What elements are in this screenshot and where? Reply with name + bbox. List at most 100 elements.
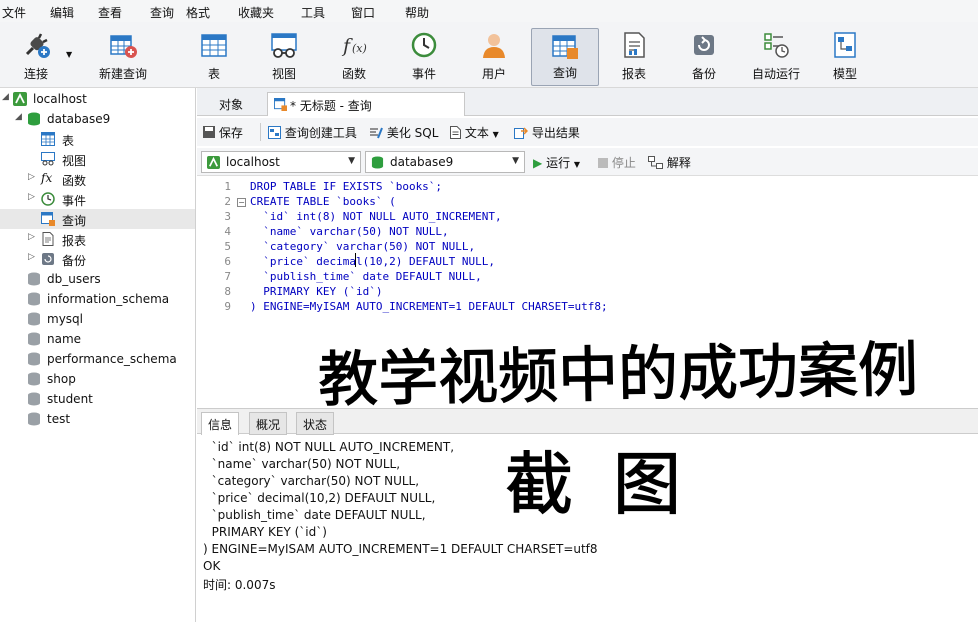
report-icon	[42, 232, 54, 246]
backup-button[interactable]: 备份	[672, 28, 736, 86]
tree-database-db-users[interactable]: db_users	[0, 269, 195, 289]
info-line: `name` varchar(50) NOT NULL,	[204, 457, 401, 471]
database-select-value: database9	[390, 155, 454, 169]
menu-window[interactable]: 窗口	[351, 4, 375, 21]
menu-favorites[interactable]: 收藏夹	[238, 4, 274, 21]
info-line: PRIMARY KEY (`id`)	[204, 525, 327, 539]
collapse-arrow-icon[interactable]: ◢	[15, 112, 22, 122]
tree-label: 函数	[62, 174, 87, 188]
tree-database-shop[interactable]: shop	[0, 369, 195, 389]
query-builder-button[interactable]: 查询创建工具	[268, 124, 357, 141]
collapse-arrow-icon[interactable]: ◢	[2, 92, 9, 102]
function-icon: f (x)	[341, 35, 367, 57]
table-icon	[41, 132, 55, 146]
expand-arrow-icon[interactable]: ▷	[28, 172, 35, 182]
menu-edit[interactable]: 编辑	[50, 4, 74, 21]
function-button[interactable]: f (x) 函数	[322, 28, 386, 86]
menu-tools[interactable]: 工具	[301, 4, 325, 21]
tree-database-database9[interactable]: ◢ database9	[0, 109, 195, 129]
text-button[interactable]: 文本 ▼	[450, 124, 499, 141]
tab-profile[interactable]: 概况	[249, 412, 288, 435]
tree-database-name[interactable]: name	[0, 329, 195, 349]
export-results-label: 导出结果	[531, 126, 580, 140]
expand-arrow-icon[interactable]: ▷	[28, 192, 35, 202]
tree-database-student[interactable]: student	[0, 389, 195, 409]
text-dropdown-icon[interactable]: ▼	[493, 130, 499, 139]
query-button[interactable]: 查询	[531, 28, 599, 86]
tab-label: * 无标题 - 查询	[290, 99, 372, 113]
menu-format[interactable]: 格式	[186, 4, 210, 21]
table-button[interactable]: 表	[182, 28, 246, 86]
explain-button[interactable]: 解释	[648, 154, 691, 171]
tree-item-backups[interactable]: ▷ 备份	[0, 249, 195, 269]
query-label: 查询	[552, 66, 577, 80]
menu-query[interactable]: 查询	[150, 4, 174, 21]
backup-label: 备份	[691, 67, 716, 81]
new-query-icon	[110, 35, 137, 58]
tree-label: test	[47, 412, 71, 426]
explain-label: 解释	[666, 156, 691, 170]
database-icon	[28, 352, 40, 366]
tree-item-events[interactable]: ▷ 事件	[0, 189, 195, 209]
user-button[interactable]: 用户	[462, 28, 526, 86]
table-label: 表	[207, 67, 220, 81]
tree-item-views[interactable]: 视图	[0, 149, 195, 169]
connect-label: 连接	[23, 67, 48, 81]
tree-connection-localhost[interactable]: ◢ localhost	[0, 89, 195, 109]
database-icon	[28, 292, 40, 306]
info-line: `id` int(8) NOT NULL AUTO_INCREMENT,	[204, 440, 455, 454]
expand-arrow-icon[interactable]: ▷	[28, 252, 35, 262]
beautify-sql-button[interactable]: 美化 SQL	[369, 124, 438, 141]
code-line: `price` decimal(10,2) DEFAULT NULL,	[250, 255, 496, 268]
database-icon	[28, 412, 40, 426]
database-icon	[371, 156, 384, 169]
event-button[interactable]: 事件	[392, 28, 456, 86]
code-line: `name` varchar(50) NOT NULL,	[250, 225, 449, 238]
query-icon	[274, 98, 287, 111]
menu-view[interactable]: 查看	[98, 4, 122, 21]
tree-item-functions[interactable]: ▷ fx 函数	[0, 169, 195, 189]
menu-help[interactable]: 帮助	[405, 4, 429, 21]
new-query-button[interactable]: 新建查询	[78, 28, 168, 86]
run-button[interactable]: ▶ 运行 ▼	[533, 154, 580, 171]
info-line: ) ENGINE=MyISAM AUTO_INCREMENT=1 DEFAULT…	[203, 542, 598, 556]
query-icon	[41, 212, 55, 226]
run-dropdown-icon[interactable]: ▼	[574, 160, 580, 169]
beautify-sql-label: 美化 SQL	[386, 126, 439, 140]
tab-info[interactable]: 信息	[201, 412, 240, 435]
menu-file[interactable]: 文件	[2, 4, 26, 21]
schedule-button[interactable]: 自动运行	[743, 28, 809, 86]
tree-label: mysql	[47, 312, 83, 326]
sql-editor[interactable]: 1 2 3 4 5 6 7 8 9 DROP TABLE IF EXISTS `books`; C…	[197, 177, 978, 407]
query-builder-icon	[268, 126, 281, 139]
report-button[interactable]: 报表	[602, 28, 666, 86]
tree-database-mysql[interactable]: mysql	[0, 309, 195, 329]
connect-button[interactable]: 连接	[4, 28, 68, 86]
tab-untitled-query[interactable]: * 无标题 - 查询	[267, 92, 465, 116]
model-button[interactable]: 模型	[813, 28, 877, 86]
tree-database-information-schema[interactable]: information_schema	[0, 289, 195, 309]
expand-arrow-icon[interactable]: ▷	[28, 232, 35, 242]
view-button[interactable]: 视图	[252, 28, 316, 86]
database-icon	[28, 272, 40, 286]
tree-item-tables[interactable]: 表	[0, 129, 195, 149]
info-line: 时间: 0.007s	[203, 578, 276, 592]
tab-objects[interactable]: 对象	[209, 92, 253, 116]
connection-icon	[207, 156, 220, 169]
save-button[interactable]: 保存	[203, 124, 243, 141]
connect-dropdown-icon[interactable]: ▼	[66, 50, 72, 59]
tree-database-test[interactable]: test	[0, 409, 195, 429]
line-number: 7	[224, 270, 231, 283]
connection-select[interactable]: localhost ▼	[201, 151, 361, 173]
export-results-button[interactable]: 导出结果	[514, 124, 580, 141]
stop-button[interactable]: 停止	[598, 154, 636, 171]
tree-item-queries[interactable]: 查询	[0, 209, 195, 229]
save-icon	[203, 126, 215, 138]
tree-database-performance-schema[interactable]: performance_schema	[0, 349, 195, 369]
database-select[interactable]: database9 ▼	[365, 151, 525, 173]
info-line: `publish_time` date DEFAULT NULL,	[204, 508, 426, 522]
document-tabs: 对象 * 无标题 - 查询	[197, 88, 978, 116]
tree-item-reports[interactable]: ▷ 报表	[0, 229, 195, 249]
tab-status[interactable]: 状态	[296, 412, 335, 435]
fold-toggle-icon[interactable]: −	[237, 198, 246, 207]
